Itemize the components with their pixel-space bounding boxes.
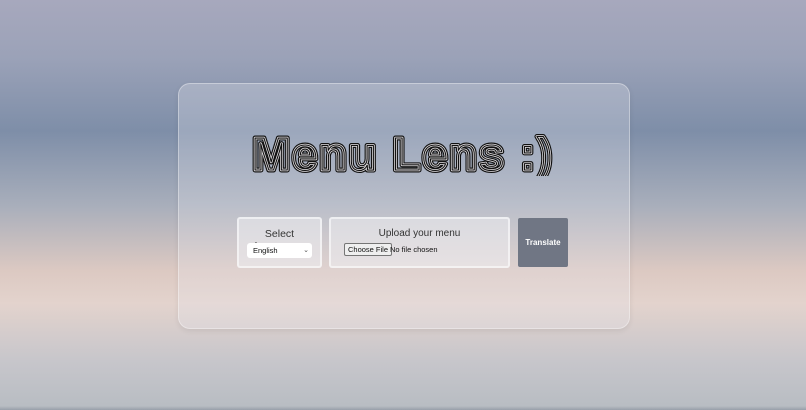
language-panel: Select Language: English ⌄ [237, 217, 322, 268]
upload-panel: Upload your menu Choose File No file cho… [329, 217, 510, 268]
choose-file-button[interactable]: Choose File [344, 243, 393, 256]
file-status: No file chosen [390, 245, 438, 254]
logo-text-inner: Menu Lens :) [252, 128, 554, 176]
logo: Menu Lens :) Menu Lens :) Menu Lens :) [250, 128, 560, 176]
language-select[interactable]: English ⌄ [247, 243, 312, 258]
logo-graphic: Menu Lens :) Menu Lens :) Menu Lens :) [250, 128, 555, 176]
main-card [178, 83, 630, 329]
bottom-edge [0, 406, 806, 410]
chevron-updown-icon: ⌄ [303, 247, 309, 254]
language-select-value: English [253, 246, 278, 255]
translate-button[interactable]: Translate [518, 218, 568, 267]
upload-title: Upload your menu [378, 228, 461, 239]
